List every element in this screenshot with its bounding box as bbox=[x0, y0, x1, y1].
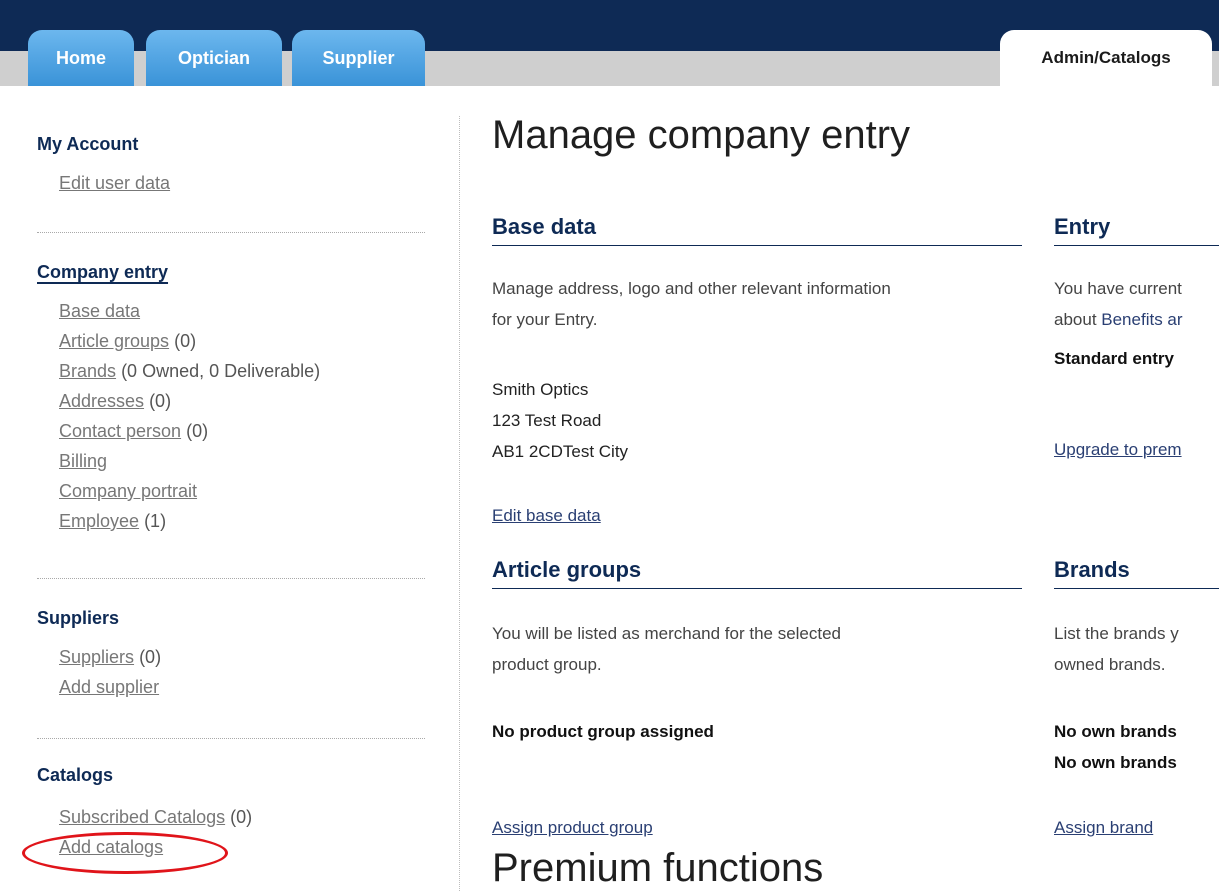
sidebar-list-my-account: Edit user data bbox=[59, 168, 170, 198]
sidebar-divider bbox=[37, 232, 425, 233]
sidebar-link-suppliers[interactable]: Suppliers bbox=[59, 647, 134, 667]
section-heading-base-data: Base data bbox=[492, 214, 1022, 246]
tab-optician[interactable]: Optician bbox=[146, 30, 282, 86]
sidebar-link-article-groups[interactable]: Article groups bbox=[59, 331, 169, 351]
company-address: Smith Optics 123 Test Road AB1 2CDTest C… bbox=[492, 374, 628, 467]
sidebar-link-contact-person[interactable]: Contact person bbox=[59, 421, 181, 441]
count-suppliers: (0) bbox=[139, 647, 162, 667]
section-heading-brands: Brands bbox=[1054, 557, 1219, 589]
sidebar-divider bbox=[37, 578, 425, 579]
column-divider bbox=[459, 116, 460, 891]
sidebar-heading-suppliers: Suppliers bbox=[37, 608, 120, 628]
sidebar-link-edit-user-data[interactable]: Edit user data bbox=[59, 173, 170, 193]
sidebar-heading-company-entry[interactable]: Company entry bbox=[37, 262, 168, 283]
highlight-circle bbox=[22, 832, 228, 874]
company-street: 123 Test Road bbox=[492, 411, 602, 430]
tab-supplier[interactable]: Supplier bbox=[292, 30, 425, 86]
count-employee: (1) bbox=[144, 511, 167, 531]
section-heading-article-groups: Article groups bbox=[492, 557, 1022, 589]
base-data-description: Manage address, logo and other relevant … bbox=[492, 279, 891, 329]
count-article-groups: (0) bbox=[174, 331, 197, 351]
upgrade-premium-link[interactable]: Upgrade to prem bbox=[1054, 440, 1182, 460]
count-subscribed-catalogs: (0) bbox=[230, 807, 253, 827]
brands-status-2: No own brands bbox=[1054, 753, 1177, 772]
entry-description: You have current about Benefits ar bbox=[1054, 279, 1183, 329]
benefits-link[interactable]: Benefits ar bbox=[1101, 310, 1182, 329]
sidebar-link-billing[interactable]: Billing bbox=[59, 451, 107, 471]
sidebar-link-employee[interactable]: Employee bbox=[59, 511, 139, 531]
assign-brand-link[interactable]: Assign brand bbox=[1054, 818, 1153, 838]
page-title: Manage company entry bbox=[492, 113, 911, 157]
count-brands: (0 Owned, 0 Deliverable) bbox=[121, 361, 321, 381]
assign-product-group-link[interactable]: Assign product group bbox=[492, 818, 653, 838]
sidebar-link-base-data[interactable]: Base data bbox=[59, 301, 140, 321]
sidebar-link-add-supplier[interactable]: Add supplier bbox=[59, 677, 159, 697]
brands-status-1: No own brands bbox=[1054, 722, 1177, 741]
sidebar-link-addresses[interactable]: Addresses bbox=[59, 391, 144, 411]
edit-base-data-link[interactable]: Edit base data bbox=[492, 506, 601, 526]
count-addresses: (0) bbox=[149, 391, 172, 411]
sidebar-divider bbox=[37, 738, 425, 739]
premium-functions-title: Premium functions bbox=[492, 846, 824, 890]
section-heading-entry: Entry bbox=[1054, 214, 1219, 246]
sidebar-heading-my-account: My Account bbox=[37, 134, 139, 154]
entry-status: Standard entry bbox=[1054, 349, 1174, 368]
top-nav-bar: Home Optician Supplier Admin/Catalogs bbox=[0, 0, 1219, 86]
brands-description: List the brands y owned brands. bbox=[1054, 624, 1179, 674]
tab-home[interactable]: Home bbox=[28, 30, 134, 86]
sidebar-list-suppliers: Suppliers (0) Add supplier bbox=[59, 642, 161, 702]
company-city: AB1 2CDTest City bbox=[492, 442, 629, 461]
sidebar-link-company-portrait[interactable]: Company portrait bbox=[59, 481, 197, 501]
sidebar-heading-catalogs: Catalogs bbox=[37, 765, 114, 785]
article-groups-description: You will be listed as merchand for the s… bbox=[492, 624, 842, 674]
sidebar-link-subscribed-catalogs[interactable]: Subscribed Catalogs bbox=[59, 807, 225, 827]
company-name: Smith Optics bbox=[492, 380, 589, 399]
count-contact-person: (0) bbox=[186, 421, 209, 441]
tab-admin-catalogs[interactable]: Admin/Catalogs bbox=[1000, 30, 1212, 86]
sidebar-link-brands[interactable]: Brands bbox=[59, 361, 116, 381]
article-groups-status: No product group assigned bbox=[492, 722, 714, 741]
sidebar-list-company-entry: Base data Article groups (0) Brands (0 O… bbox=[59, 296, 320, 536]
